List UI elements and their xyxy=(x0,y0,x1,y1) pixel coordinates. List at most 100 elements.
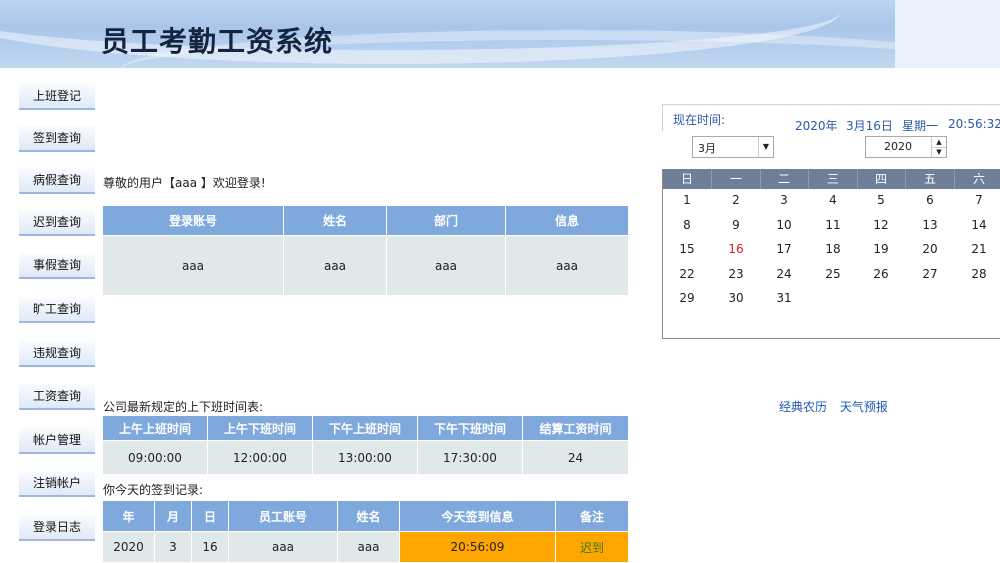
calendar-day[interactable]: 23 xyxy=(712,264,760,284)
lunar-calendar-link[interactable]: 经典农历 xyxy=(779,400,827,414)
column-header: 员工账号 xyxy=(229,501,337,531)
clock-date: 3月16日 xyxy=(846,119,893,131)
calendar-day[interactable]: 30 xyxy=(712,288,760,308)
schedule-table: 上午上班时间 上午下班时间 下午上班时间 下午下班时间 结算工资时间 09:00… xyxy=(102,415,629,475)
column-header: 姓名 xyxy=(338,501,399,531)
chevron-down-icon[interactable]: ▼ xyxy=(758,137,773,157)
calendar-day[interactable]: 21 xyxy=(955,239,1000,259)
header-banner: 员工考勤工资系统 xyxy=(0,0,1000,68)
column-header: 下午下班时间 xyxy=(418,416,522,440)
calendar-weekday: 日 xyxy=(663,169,712,189)
month-select-value: 3月 xyxy=(698,142,716,155)
calendar-day[interactable]: 5 xyxy=(857,190,905,210)
current-time-bar: 现在时间: 2020年 3月16日 星期一 20:56:32 xyxy=(662,104,1000,131)
nav-sick-leave-query[interactable]: 病假查询 xyxy=(19,168,95,194)
table-cell: 16 xyxy=(192,532,228,562)
spin-down-icon[interactable]: ▼ xyxy=(931,147,946,157)
calendar-day[interactable]: 7 xyxy=(955,190,1000,210)
column-header: 信息 xyxy=(506,206,628,235)
weather-forecast-link[interactable]: 天气预报 xyxy=(840,400,888,414)
calendar-day[interactable]: 17 xyxy=(760,239,808,259)
column-header: 部门 xyxy=(387,206,505,235)
calendar-day[interactable]: 15 xyxy=(663,239,711,259)
calendar-day[interactable]: 18 xyxy=(809,239,857,259)
calendar-day[interactable]: 11 xyxy=(809,215,857,235)
column-header: 备注 xyxy=(556,501,628,531)
column-header: 年 xyxy=(103,501,154,531)
table-cell: 17:30:00 xyxy=(418,441,522,474)
calendar-day[interactable]: 20 xyxy=(906,239,954,259)
calendar-links: 经典农历 天气预报 xyxy=(779,398,897,415)
calendar-day-today[interactable]: 16 xyxy=(712,239,760,259)
column-header: 上午下班时间 xyxy=(208,416,312,440)
column-header: 今天签到信息 xyxy=(400,501,555,531)
calendar-day[interactable]: 26 xyxy=(857,264,905,284)
column-header: 月 xyxy=(155,501,191,531)
clock-year: 2020年 xyxy=(795,119,838,131)
calendar-weekday: 六 xyxy=(955,169,1000,189)
calendar-weekday: 二 xyxy=(760,169,809,189)
nav-account-management[interactable]: 帐户管理 xyxy=(19,428,95,454)
month-select[interactable]: 3月 ▼ xyxy=(692,136,774,158)
table-cell: aaa xyxy=(387,236,505,295)
nav-logout-account[interactable]: 注销帐户 xyxy=(19,471,95,497)
nav-salary-query[interactable]: 工资查询 xyxy=(19,384,95,410)
nav-personal-leave-query[interactable]: 事假查询 xyxy=(19,253,95,279)
table-cell: 13:00:00 xyxy=(313,441,417,474)
welcome-message: 尊敬的用户【aaa 】欢迎登录! xyxy=(103,176,266,190)
column-header: 下午上班时间 xyxy=(313,416,417,440)
calendar-day[interactable]: 6 xyxy=(906,190,954,210)
calendar-day[interactable]: 29 xyxy=(663,288,711,308)
calendar-weekday-header: 日一二三四五六 xyxy=(663,169,1000,189)
calendar-grid: 日一二三四五六 1 2 3 4 5 6 7 8 9 10 11 12 13 14 15 16 17 18 19 20 2… xyxy=(662,169,1000,339)
column-header: 姓名 xyxy=(284,206,386,235)
table-cell: 2020 xyxy=(103,532,154,562)
nav-late-query[interactable]: 迟到查询 xyxy=(19,210,95,236)
clock-time: 20:56:32 xyxy=(948,117,1000,131)
calendar-weekday: 三 xyxy=(809,169,858,189)
column-header: 结算工资时间 xyxy=(523,416,628,440)
clock-weekday: 星期一 xyxy=(902,119,939,131)
table-row: aaa aaa aaa aaa xyxy=(103,236,628,295)
calendar-day[interactable]: 10 xyxy=(760,215,808,235)
signin-time-cell: 20:56:09 xyxy=(400,532,555,562)
table-cell: 24 xyxy=(523,441,628,474)
calendar-day[interactable]: 28 xyxy=(955,264,1000,284)
calendar-day[interactable]: 14 xyxy=(955,215,1000,235)
nav-work-checkin[interactable]: 上班登记 xyxy=(19,84,95,110)
signin-caption: 你今天的签到记录: xyxy=(103,483,204,497)
calendar-day[interactable]: 1 xyxy=(663,190,711,210)
calendar-weekday: 五 xyxy=(906,169,955,189)
table-row: 2020 3 16 aaa aaa 20:56:09 迟到 xyxy=(103,532,628,562)
table-cell: aaa xyxy=(284,236,386,295)
user-info-table: 登录账号 姓名 部门 信息 aaa aaa aaa aaa xyxy=(102,205,629,296)
calendar-day[interactable]: 27 xyxy=(906,264,954,284)
calendar-day[interactable]: 31 xyxy=(760,288,808,308)
table-cell: aaa xyxy=(103,236,283,295)
table-cell: 3 xyxy=(155,532,191,562)
current-time-label: 现在时间: xyxy=(673,113,726,127)
column-header: 上午上班时间 xyxy=(103,416,207,440)
table-cell: aaa xyxy=(338,532,399,562)
table-cell: 12:00:00 xyxy=(208,441,312,474)
nav-absence-query[interactable]: 旷工查询 xyxy=(19,297,95,323)
calendar-day[interactable]: 12 xyxy=(857,215,905,235)
column-header: 登录账号 xyxy=(103,206,283,235)
nav-violation-query[interactable]: 违规查询 xyxy=(19,341,95,367)
calendar-day[interactable]: 2 xyxy=(712,190,760,210)
nav-signin-query[interactable]: 签到查询 xyxy=(19,126,95,152)
calendar-day[interactable]: 22 xyxy=(663,264,711,284)
calendar-day[interactable]: 19 xyxy=(857,239,905,259)
calendar-day[interactable]: 8 xyxy=(663,215,711,235)
table-cell: aaa xyxy=(229,532,337,562)
year-spinner[interactable]: 2020 ▲ ▼ xyxy=(865,136,947,158)
calendar-day[interactable]: 24 xyxy=(760,264,808,284)
calendar-day[interactable]: 13 xyxy=(906,215,954,235)
nav-login-log[interactable]: 登录日志 xyxy=(19,515,95,541)
schedule-caption: 公司最新规定的上下班时间表: xyxy=(103,400,264,414)
calendar-day[interactable]: 4 xyxy=(809,190,857,210)
calendar-day[interactable]: 3 xyxy=(760,190,808,210)
calendar-day[interactable]: 25 xyxy=(809,264,857,284)
calendar-day[interactable]: 9 xyxy=(712,215,760,235)
late-status-badge: 迟到 xyxy=(556,532,628,562)
